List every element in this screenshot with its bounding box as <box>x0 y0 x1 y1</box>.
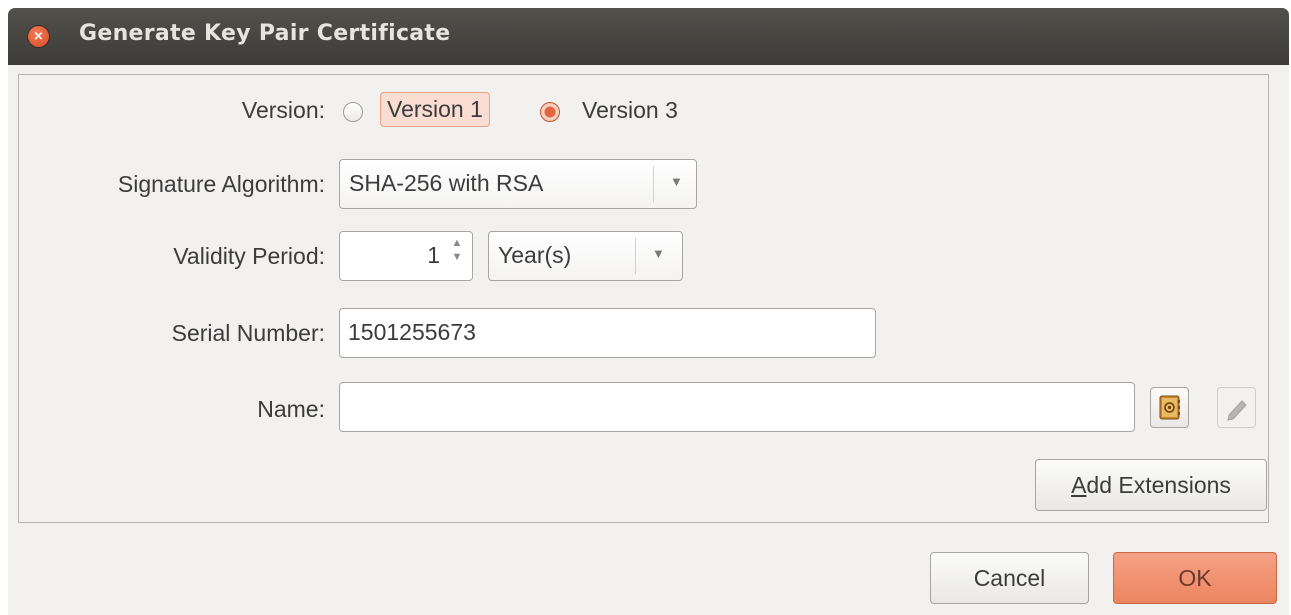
ok-button[interactable]: OK <box>1113 552 1277 604</box>
combo-separator <box>635 238 636 274</box>
validity-period-label: Validity Period: <box>173 243 325 269</box>
chevron-up-icon[interactable]: ▲ <box>446 237 468 249</box>
title-bar: × Generate Key Pair Certificate <box>8 8 1289 65</box>
version-1-radio[interactable] <box>343 102 363 122</box>
serial-number-field[interactable]: 1501255673 <box>339 308 876 358</box>
edit-name-button[interactable] <box>1217 387 1256 428</box>
validity-period-spinner[interactable]: 1 ▲ ▼ <box>339 231 473 281</box>
close-window-button[interactable]: × <box>28 26 49 47</box>
chevron-down-icon: ▼ <box>652 246 665 261</box>
cancel-button[interactable]: Cancel <box>930 552 1089 604</box>
spinner-arrows[interactable]: ▲ ▼ <box>446 232 468 280</box>
validity-unit-select[interactable]: Year(s) ▼ <box>488 231 683 281</box>
dialog-window: × Generate Key Pair Certificate Version:… <box>8 8 1289 615</box>
signature-algorithm-label: Signature Algorithm: <box>117 171 325 197</box>
pencil-icon <box>1227 400 1247 421</box>
name-field[interactable] <box>339 382 1135 432</box>
mnemonic-letter: A <box>1071 472 1087 498</box>
version-3-radio[interactable] <box>540 102 560 122</box>
add-extensions-label: dd Extensions <box>1086 472 1231 498</box>
certificate-form-panel: Version: Version 1 Version 3 Signature A… <box>18 74 1269 523</box>
close-icon: × <box>33 29 44 44</box>
address-book-icon <box>1159 395 1180 420</box>
version-1-option-label[interactable]: Version 1 <box>380 92 490 127</box>
combo-separator <box>653 166 654 202</box>
chevron-down-icon: ▼ <box>670 174 683 189</box>
chevron-down-icon[interactable]: ▼ <box>446 251 468 263</box>
serial-number-label: Serial Number: <box>171 320 325 346</box>
version-label: Version: <box>241 97 325 123</box>
window-title: Generate Key Pair Certificate <box>79 21 451 46</box>
version-3-option-label[interactable]: Version 3 <box>582 97 678 124</box>
add-extensions-button[interactable]: Add Extensions <box>1035 459 1267 511</box>
address-book-button[interactable] <box>1150 387 1189 428</box>
validity-period-value: 1 <box>427 242 440 268</box>
name-label: Name: <box>257 396 325 422</box>
serial-number-value: 1501255673 <box>348 319 476 345</box>
signature-algorithm-value: SHA-256 with RSA <box>349 170 544 196</box>
signature-algorithm-select[interactable]: SHA-256 with RSA ▼ <box>339 159 697 209</box>
validity-unit-value: Year(s) <box>498 242 572 268</box>
